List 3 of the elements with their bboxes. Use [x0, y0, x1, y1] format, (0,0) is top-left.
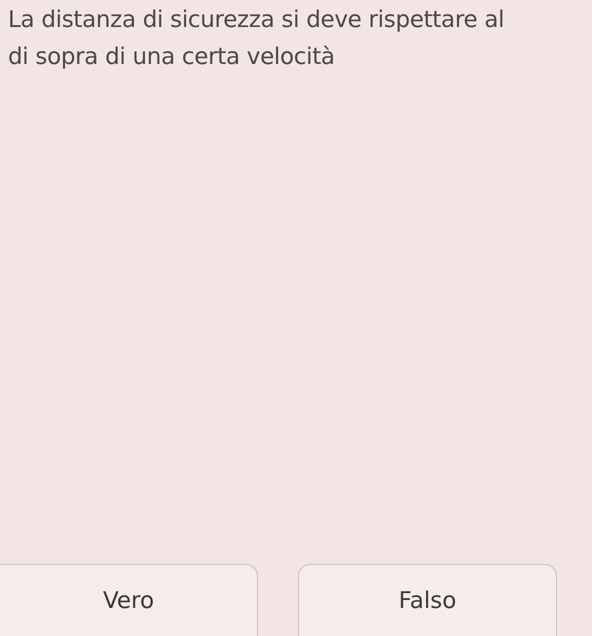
answer-button[interactable]: Falso [298, 564, 557, 636]
question-text: La distanza di sicurezza si deve rispettare al di sopra di una certa velocità [7, 6, 506, 72]
answer-button[interactable]: Vero [0, 564, 258, 636]
